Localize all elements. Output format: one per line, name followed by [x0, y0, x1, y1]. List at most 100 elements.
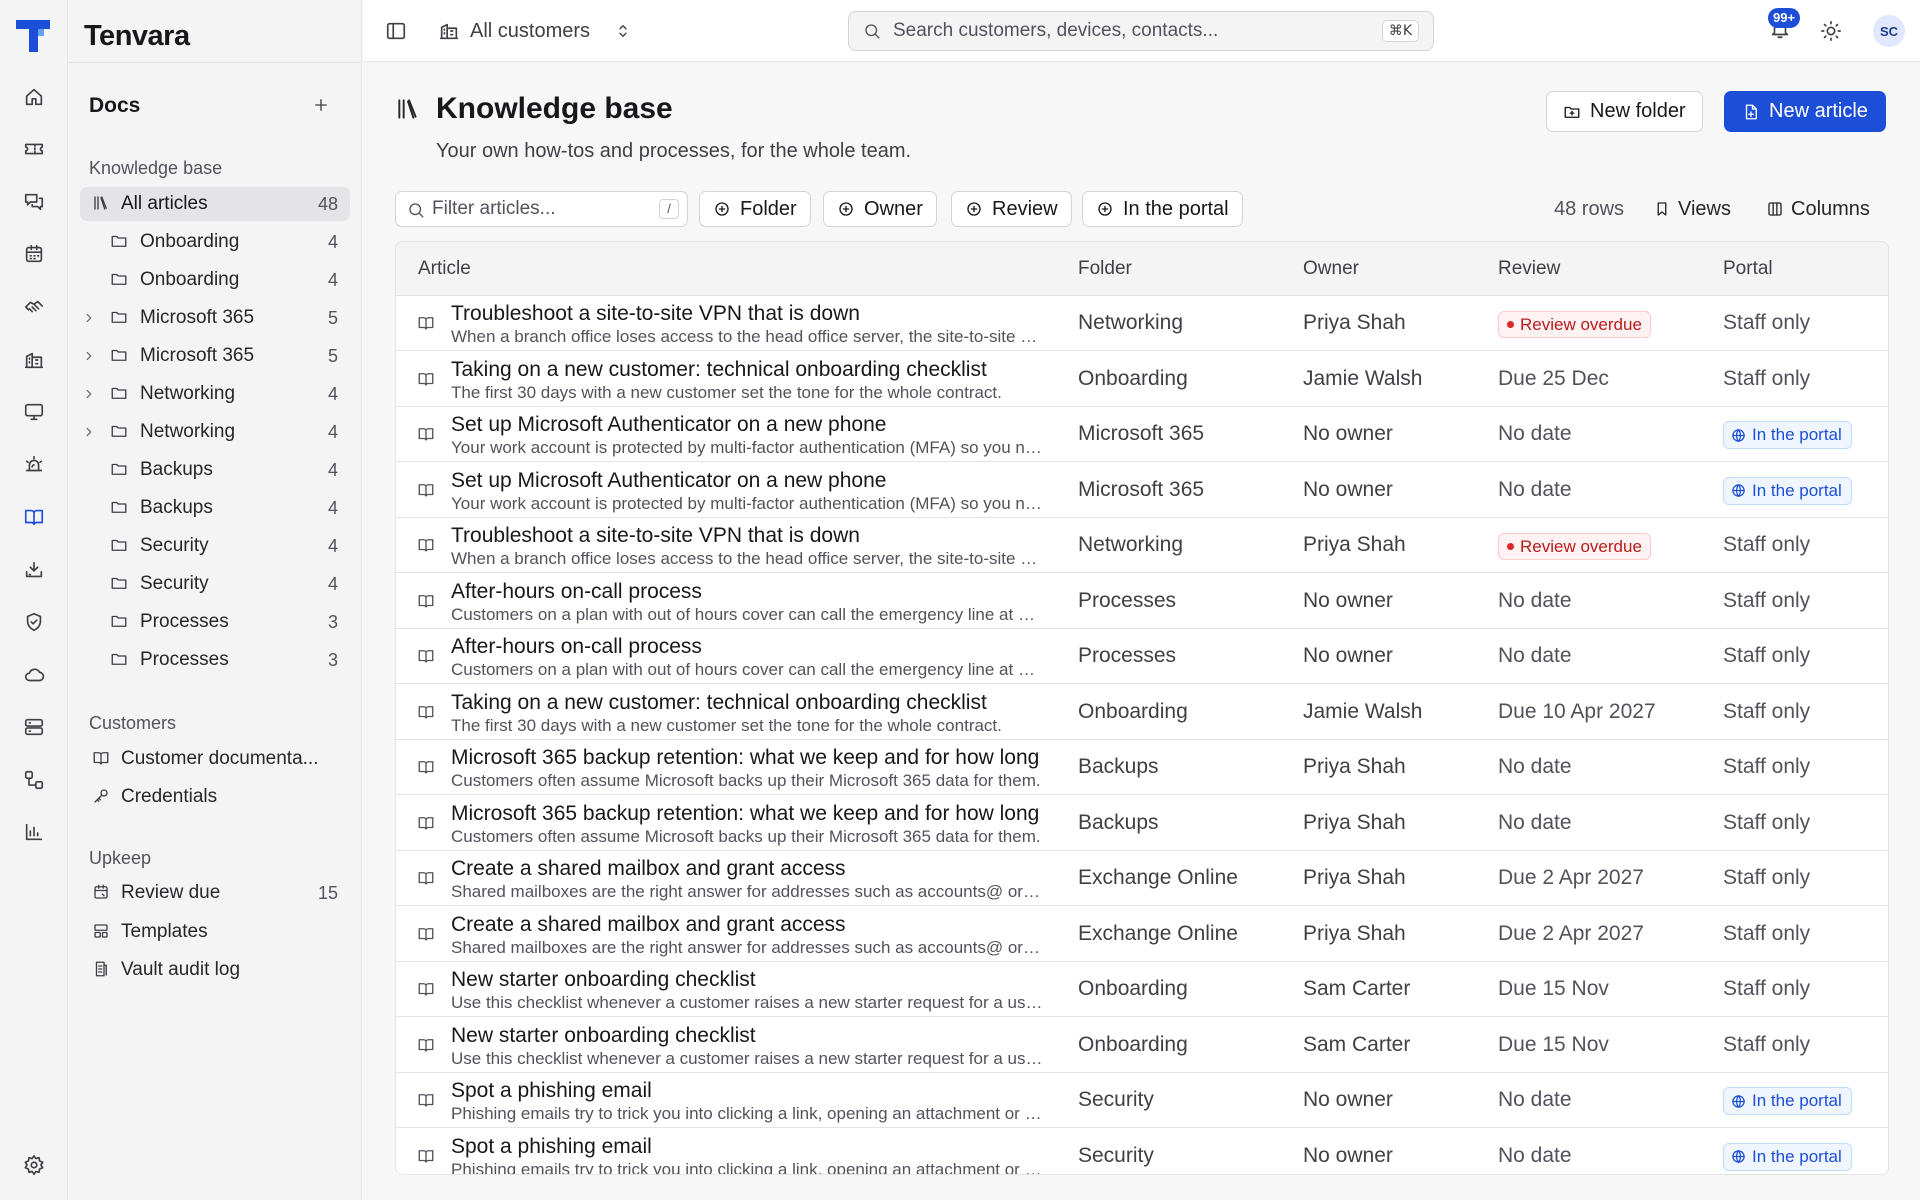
views-button[interactable]: Views: [1653, 196, 1731, 222]
sidebar-item-folder[interactable]: Microsoft 365 5: [80, 301, 350, 335]
sidebar-item-folder[interactable]: Backups 4: [80, 453, 350, 487]
table-row[interactable]: Set up Microsoft Authenticator on a new …: [396, 407, 1888, 462]
article-title[interactable]: Set up Microsoft Authenticator on a new …: [451, 469, 1043, 493]
sidebar-item-folder[interactable]: Processes 3: [80, 643, 350, 677]
table-row[interactable]: New starter onboarding checklist Use this…: [396, 962, 1888, 1017]
server-icon[interactable]: [17, 710, 51, 744]
review-badge-label: Review overdue: [1520, 314, 1642, 334]
new-folder-button[interactable]: New folder: [1546, 91, 1703, 132]
article-title[interactable]: New starter onboarding checklist: [451, 1024, 1043, 1048]
table-row[interactable]: Create a shared mailbox and grant access…: [396, 851, 1888, 906]
folder-plus-icon: [1564, 106, 1580, 118]
table-row[interactable]: Create a shared mailbox and grant access…: [396, 907, 1888, 962]
sidebar-item-folder[interactable]: Processes 3: [80, 605, 350, 639]
search-input[interactable]: [893, 18, 1353, 44]
table-row[interactable]: Spot a phishing email Phishing emails try…: [396, 1073, 1888, 1128]
sidebar-item-label: Security: [140, 535, 209, 556]
theme-toggle-button[interactable]: [1820, 20, 1844, 44]
chevron-right-icon[interactable]: [82, 349, 96, 363]
sidebar-item-credentials[interactable]: Credentials: [80, 780, 350, 814]
article-title[interactable]: After-hours on-call process: [451, 635, 1043, 659]
table-row[interactable]: Microsoft 365 backup retention: what we …: [396, 796, 1888, 851]
table-row[interactable]: Troubleshoot a site-to-site VPN that is …: [396, 518, 1888, 573]
settings-icon[interactable]: [17, 1148, 51, 1182]
alert-icon[interactable]: [17, 448, 51, 482]
sidebar-item-review-due[interactable]: Review due 15: [80, 876, 350, 910]
article-title[interactable]: Troubleshoot a site-to-site VPN that is …: [451, 524, 1043, 548]
article-title[interactable]: Microsoft 365 backup retention: what we …: [451, 746, 1043, 770]
table-row[interactable]: Set up Microsoft Authenticator on a new …: [396, 463, 1888, 518]
sidebar-item-folder[interactable]: Security 4: [80, 567, 350, 601]
monitor-icon[interactable]: [17, 395, 51, 429]
book-icon: [417, 1091, 437, 1111]
filter-input[interactable]: [432, 197, 642, 221]
sidebar-item-count: 5: [327, 307, 338, 328]
column-header-portal[interactable]: Portal: [1723, 258, 1773, 280]
chevron-right-icon[interactable]: [82, 425, 96, 439]
filter-chip-in-the-portal[interactable]: In the portal: [1082, 191, 1243, 227]
article-title[interactable]: Create a shared mailbox and grant access: [451, 857, 1043, 881]
workflow-icon[interactable]: [17, 763, 51, 797]
sidebar-item-folder[interactable]: Onboarding 4: [80, 263, 350, 297]
column-header-folder[interactable]: Folder: [1078, 258, 1132, 280]
article-title[interactable]: Spot a phishing email: [451, 1135, 1043, 1159]
chat-icon[interactable]: [17, 185, 51, 219]
column-header-review[interactable]: Review: [1498, 258, 1560, 280]
shield-icon[interactable]: [17, 605, 51, 639]
sidebar-item-customer-documentation[interactable]: Customer documenta...: [80, 742, 350, 776]
sidebar-item-folder[interactable]: Security 4: [80, 529, 350, 563]
sidebar-item-count: 3: [327, 611, 338, 632]
column-header-owner[interactable]: Owner: [1303, 258, 1359, 280]
filter-articles[interactable]: /: [395, 191, 688, 227]
sidebar-item-folder[interactable]: Networking 4: [80, 377, 350, 411]
table-row[interactable]: Troubleshoot a site-to-site VPN that is …: [396, 296, 1888, 351]
article-title[interactable]: Taking on a new customer: technical onbo…: [451, 358, 1043, 382]
cloud-icon[interactable]: [17, 658, 51, 692]
article-title[interactable]: Set up Microsoft Authenticator on a new …: [451, 413, 1043, 437]
ticket-icon[interactable]: [17, 132, 51, 166]
sidebar-item-vault-audit-log[interactable]: Vault audit log: [80, 953, 350, 987]
table-row[interactable]: Taking on a new customer: technical onbo…: [396, 685, 1888, 740]
sidebar-toggle-button[interactable]: [385, 20, 407, 42]
table-row[interactable]: After-hours on-call process Customers on …: [396, 629, 1888, 684]
add-doc-button[interactable]: [308, 92, 334, 118]
article-title[interactable]: Create a shared mailbox and grant access: [451, 913, 1043, 937]
user-avatar[interactable]: SC: [1873, 15, 1905, 47]
home-icon[interactable]: [17, 80, 51, 114]
table-row[interactable]: Microsoft 365 backup retention: what we …: [396, 740, 1888, 795]
chevron-right-icon[interactable]: [82, 387, 96, 401]
calendar-icon[interactable]: [17, 237, 51, 271]
chart-icon[interactable]: [17, 815, 51, 849]
building-icon[interactable]: [17, 343, 51, 377]
sidebar-item-folder[interactable]: Networking 4: [80, 415, 350, 449]
new-article-button[interactable]: New article: [1724, 91, 1886, 132]
article-title[interactable]: Taking on a new customer: technical onbo…: [451, 691, 1043, 715]
file-plus-icon: [1745, 104, 1757, 119]
article-title[interactable]: Microsoft 365 backup retention: what we …: [451, 802, 1043, 826]
article-title[interactable]: After-hours on-call process: [451, 580, 1043, 604]
article-title[interactable]: Spot a phishing email: [451, 1079, 1043, 1103]
table-row[interactable]: After-hours on-call process Customers on …: [396, 574, 1888, 629]
filter-chip-review[interactable]: Review: [951, 191, 1072, 227]
sidebar-item-folder[interactable]: Microsoft 365 5: [80, 339, 350, 373]
sidebar-item-folder[interactable]: Onboarding 4: [80, 225, 350, 259]
customer-switcher[interactable]: All customers: [438, 16, 632, 46]
sidebar-item-folder[interactable]: Backups 4: [80, 491, 350, 525]
article-title[interactable]: Troubleshoot a site-to-site VPN that is …: [451, 302, 1043, 326]
tenvara-logo-icon[interactable]: [14, 16, 54, 56]
book-icon[interactable]: [17, 500, 51, 534]
global-search[interactable]: ⌘K: [848, 11, 1434, 51]
column-header-article[interactable]: Article: [418, 258, 471, 280]
filter-chip-folder[interactable]: Folder: [699, 191, 811, 227]
chevron-right-icon[interactable]: [82, 311, 96, 325]
table-row[interactable]: New starter onboarding checklist Use this…: [396, 1018, 1888, 1073]
columns-button[interactable]: Columns: [1766, 196, 1870, 222]
table-row[interactable]: Spot a phishing email Phishing emails try…: [396, 1129, 1888, 1174]
sidebar-item-all-articles[interactable]: All articles 48: [80, 187, 350, 221]
filter-chip-owner[interactable]: Owner: [823, 191, 937, 227]
handshake-icon[interactable]: [17, 290, 51, 324]
download-icon[interactable]: [17, 553, 51, 587]
sidebar-item-templates[interactable]: Templates: [80, 915, 350, 949]
article-title[interactable]: New starter onboarding checklist: [451, 968, 1043, 992]
table-row[interactable]: Taking on a new customer: technical onbo…: [396, 352, 1888, 407]
